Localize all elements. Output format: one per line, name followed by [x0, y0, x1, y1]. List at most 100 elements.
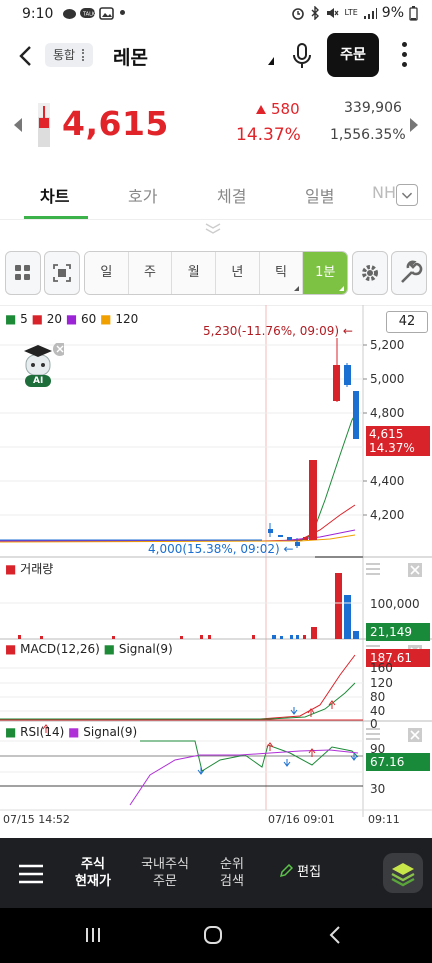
y-tick: 4,200: [370, 508, 405, 522]
back-arrow-icon[interactable]: [16, 44, 36, 68]
trade-volume: 339,906: [344, 100, 402, 116]
network-type: LTE: [344, 8, 358, 17]
price-range-bar: [38, 103, 50, 147]
battery-icon: [409, 5, 418, 21]
macd-tick: 160: [370, 661, 393, 675]
tab-daily[interactable]: 일별: [305, 183, 334, 207]
up-triangle-icon: [256, 105, 266, 114]
hamburger-menu-icon[interactable]: [18, 864, 44, 884]
grid-icon: [15, 265, 30, 280]
layers-icon: [391, 863, 415, 887]
nav-ranking-search-line2: 검색: [220, 874, 244, 889]
tab-divider: [0, 219, 432, 220]
volume-title-text: 거래량: [20, 562, 54, 576]
chart-settings-button[interactable]: [352, 251, 388, 295]
layout-grid-button[interactable]: [5, 251, 41, 295]
rsi-tag: 67.16: [366, 753, 430, 771]
period-tick[interactable]: 틱: [259, 252, 304, 294]
stock-name[interactable]: 레몬: [113, 43, 148, 70]
nav-stock-quote-line1: 주식: [81, 857, 105, 872]
macd-tick: 40: [370, 704, 386, 718]
y-tick: 5,000: [370, 372, 405, 386]
svg-text:TALK: TALK: [82, 12, 95, 18]
badge-dots-icon: [82, 49, 85, 61]
period-tick-label: 틱: [275, 265, 287, 280]
system-nav-bar: [0, 908, 432, 963]
stock-chart[interactable]: ■ 5 ■ 20 ■ 60 ■ 120 42 AI 5,230(-11.76%,…: [0, 305, 432, 830]
pencil-icon: [279, 863, 294, 878]
legend-ma20: 20: [46, 312, 63, 326]
macd-tick: 80: [370, 690, 386, 704]
nav-domestic-order-line2: 주문: [153, 874, 177, 889]
nav-ranking-search[interactable]: 순위 검색: [212, 856, 252, 890]
chart-tools-button[interactable]: [391, 251, 427, 295]
status-right: LTE 9%: [291, 5, 418, 21]
more-menu-icon[interactable]: [400, 42, 408, 68]
panel-close-icon[interactable]: [408, 728, 422, 742]
order-button[interactable]: 주문: [327, 33, 379, 77]
period-month[interactable]: 월: [172, 252, 217, 294]
rsi-title: RSI(14): [20, 725, 65, 739]
expand-chevron-icon[interactable]: [203, 222, 223, 234]
tabs-dropdown-icon[interactable]: [396, 184, 418, 206]
price-change-percent: 14.37%: [236, 125, 301, 145]
status-time: 9:10: [22, 6, 54, 22]
y-tick: 4,800: [370, 406, 405, 420]
panel-close-icon[interactable]: [408, 563, 422, 577]
rsi-legend: ■ RSI(14) ■ Signal(9): [5, 725, 138, 739]
panel-menu-icon[interactable]: [366, 563, 380, 575]
nav-domestic-order[interactable]: 국내주식 주문: [134, 856, 196, 890]
notification-dot: [120, 10, 125, 15]
tab-nh[interactable]: NH: [372, 183, 396, 202]
period-count-box[interactable]: 42: [386, 311, 428, 333]
current-price: 4,615: [62, 104, 169, 143]
period-week[interactable]: 주: [128, 252, 173, 294]
prev-stock-arrow-icon[interactable]: [14, 118, 22, 132]
macd-legend: ■ MACD(12,26) ■ Signal(9): [5, 642, 173, 656]
back-icon[interactable]: [328, 925, 342, 945]
period-1min[interactable]: 1분: [303, 252, 347, 294]
volume-tag: 21,149: [366, 623, 430, 641]
battery-level: 9%: [381, 5, 404, 21]
current-price-tag: 4,615 14.37%: [366, 426, 430, 456]
ai-label: AI: [33, 376, 44, 386]
wrench-icon: [401, 260, 423, 283]
ai-assistant[interactable]: AI: [20, 342, 67, 389]
x-label: 09:11: [368, 813, 400, 826]
bluetooth-icon: [311, 6, 320, 20]
rsi-tick: 30: [370, 782, 386, 796]
status-bar: 9:10 TALK LTE 9%: [0, 0, 432, 30]
nav-stock-quote[interactable]: 주식 현재가: [68, 856, 118, 890]
tab-orderbook[interactable]: 호가: [128, 183, 157, 207]
home-icon[interactable]: [203, 925, 223, 945]
volume-tick: 100,000: [370, 597, 420, 611]
market-badge[interactable]: 통합: [45, 43, 93, 67]
nav-ranking-search-line1: 순위: [220, 857, 244, 872]
next-stock-arrow-icon[interactable]: [410, 118, 418, 132]
low-price-text: 4,000(15.38%, 09:02): [148, 542, 280, 556]
recent-apps-icon[interactable]: [84, 926, 102, 944]
tab-trades[interactable]: 체결: [217, 183, 246, 207]
nav-stock-quote-line2: 현재가: [75, 874, 111, 889]
tab-chart[interactable]: 차트: [40, 183, 69, 207]
fullscreen-button[interactable]: [44, 251, 80, 295]
price-tag-value: 4,615: [369, 427, 404, 441]
high-price-label: 5,230(-11.76%, 09:09) ←: [203, 324, 353, 338]
volume-ratio: 1,556.35%: [330, 127, 406, 143]
period-year[interactable]: 년: [216, 252, 260, 294]
microphone-icon[interactable]: [292, 42, 312, 70]
layers-button[interactable]: [383, 853, 423, 893]
period-1min-label: 1분: [315, 265, 336, 280]
legend-ma120: 120: [115, 312, 139, 326]
panel-menu-icon[interactable]: [366, 728, 380, 740]
chat-icon: TALK: [80, 8, 95, 18]
x-label: 07/15 14:52: [3, 813, 70, 826]
period-day[interactable]: 일: [85, 252, 129, 294]
signal-icon: [363, 8, 377, 19]
market-badge-label: 통합: [53, 48, 76, 62]
stock-select-caret-icon[interactable]: [268, 57, 274, 65]
macd-tick: 120: [370, 676, 393, 690]
period-selector: 일 주 월 년 틱 1분: [84, 251, 348, 295]
nav-edit[interactable]: 편집: [270, 863, 330, 881]
price-tag-percent: 14.37%: [369, 441, 415, 455]
